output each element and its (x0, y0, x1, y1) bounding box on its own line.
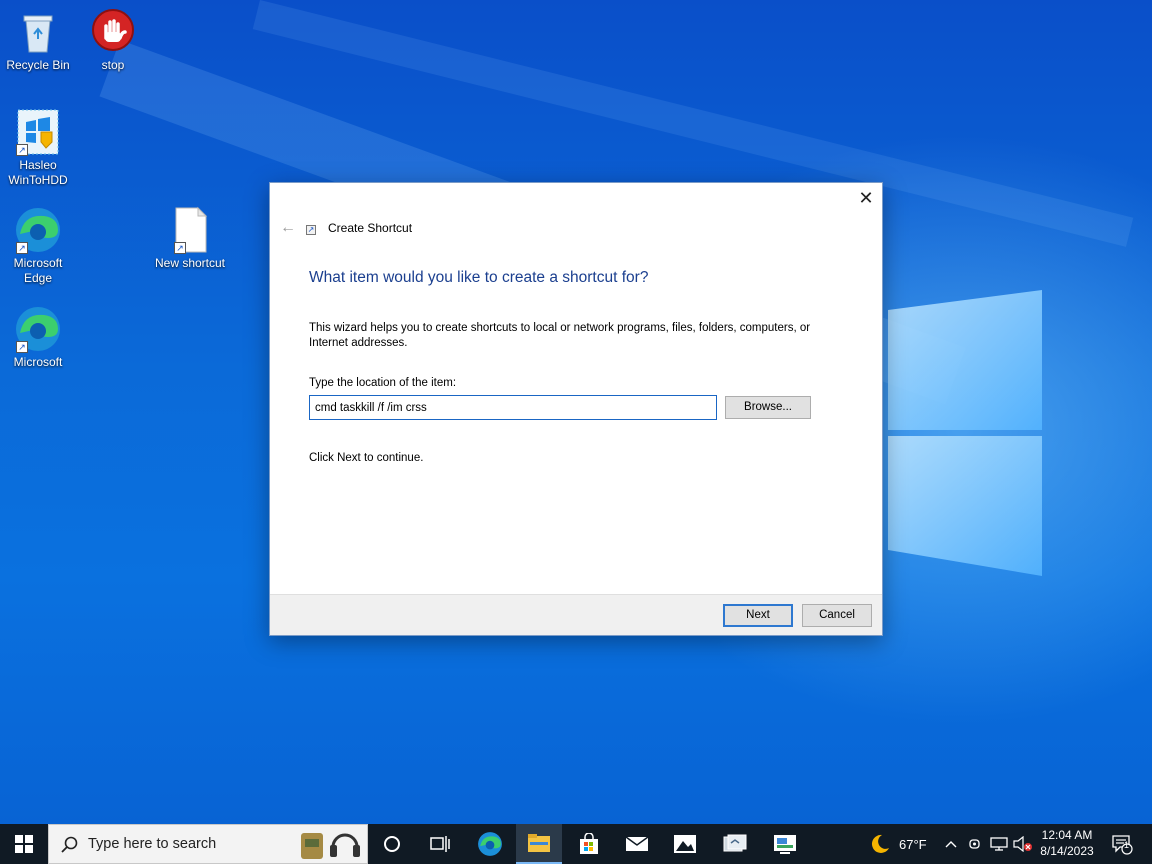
taskbar-file-explorer[interactable] (516, 824, 562, 864)
desktop-icon-microsoft[interactable]: ↗ Microsoft (0, 305, 76, 370)
cortana-circle-icon (384, 836, 400, 852)
clock[interactable]: 12:04 AM 8/14/2023 (1036, 827, 1098, 859)
shortcut-arrow-icon: ↗ (16, 341, 28, 353)
network-icon (990, 837, 1008, 851)
chevron-up-icon (945, 841, 957, 848)
task-view-button[interactable] (420, 824, 460, 864)
close-button[interactable]: ✕ (850, 183, 882, 213)
speaker-muted-icon (1013, 836, 1032, 852)
desktop-icon-label: Microsoft Edge (13, 256, 63, 285)
wizard-heading: What item would you like to create a sho… (309, 269, 649, 286)
location-input[interactable] (309, 395, 717, 420)
app-icon (774, 835, 796, 854)
search-highlight-icon (301, 833, 360, 859)
desktop-icon-label: New shortcut (154, 256, 226, 270)
blank-file-shortcut-icon: ↗ (166, 206, 214, 254)
weather-widget[interactable] (866, 824, 892, 864)
notification-icon (1112, 835, 1133, 855)
meet-now-button[interactable] (965, 824, 985, 864)
hasleo-wintohdd-icon: ↗ (14, 108, 62, 156)
desktop-icon-microsoft-edge[interactable]: ↗ Microsoft Edge (0, 206, 76, 286)
desktop-icon-recycle-bin[interactable]: Recycle Bin (0, 8, 76, 73)
location-label: Type the location of the item: (309, 377, 457, 389)
volume-button[interactable] (1012, 824, 1034, 864)
recycle-bin-icon (14, 8, 62, 56)
network-button[interactable] (988, 824, 1010, 864)
camera-icon (969, 839, 980, 849)
show-hidden-icons-button[interactable] (942, 824, 960, 864)
desktop-icon-stop[interactable]: stop (75, 8, 151, 73)
action-center-button[interactable]: 1 (1104, 824, 1140, 864)
notification-count: 1 (1124, 840, 1130, 850)
desktop-icon-label: Microsoft (13, 355, 63, 369)
browse-button[interactable]: Browse... (725, 396, 811, 419)
desktop-icon-label: Hasleo WinToHDD (8, 158, 68, 187)
continue-hint: Click Next to continue. (309, 452, 424, 464)
taskbar-app[interactable] (760, 824, 810, 864)
taskbar-edge[interactable] (468, 824, 512, 864)
taskbar-mail[interactable] (614, 824, 660, 864)
search-icon (61, 836, 78, 853)
desktop-icon-new-shortcut[interactable]: ↗ New shortcut (152, 206, 228, 271)
shortcut-arrow-icon: ↗ (16, 242, 28, 254)
cortana-button[interactable] (372, 824, 412, 864)
shortcut-icon: ↗ (306, 225, 316, 235)
dialog-title: Create Shortcut (328, 221, 413, 235)
store-icon (580, 833, 598, 854)
shortcut-arrow-icon: ↗ (174, 242, 186, 254)
start-button[interactable] (0, 824, 48, 864)
desktop-icon-label: Recycle Bin (6, 58, 70, 72)
edge-icon: ↗ (14, 305, 62, 353)
taskbar-search-box[interactable]: Type here to search (48, 824, 368, 864)
photos-icon (674, 835, 696, 853)
next-button[interactable]: Next (723, 604, 793, 627)
taskbar-store[interactable] (566, 824, 612, 864)
search-placeholder: Type here to search (88, 836, 217, 852)
edge-icon: ↗ (14, 206, 62, 254)
moon-icon (871, 834, 889, 853)
dialog-footer: Next Cancel (270, 594, 882, 635)
taskbar-photos[interactable] (662, 824, 708, 864)
back-arrow-icon[interactable]: ← (278, 219, 298, 237)
desktop-icon-label: stop (101, 58, 125, 72)
edge-icon (478, 832, 502, 856)
clock-date: 8/14/2023 (1040, 844, 1094, 858)
clock-time: 12:04 AM (1041, 828, 1093, 842)
windows-start-icon (15, 835, 33, 853)
stop-hand-icon (89, 8, 137, 56)
taskbar: Type here to search 67°F 12:04 AM 8/14/2… (0, 824, 1152, 864)
shortcut-arrow-icon: ↗ (16, 144, 28, 156)
desktop-icon-hasleo-wintohdd[interactable]: ↗ Hasleo WinToHDD (0, 108, 76, 188)
mail-icon (625, 836, 649, 851)
file-explorer-icon (528, 834, 550, 852)
task-view-icon (430, 836, 450, 852)
weather-temperature[interactable]: 67°F (899, 837, 927, 852)
app-icon (723, 834, 747, 852)
cancel-button[interactable]: Cancel (802, 604, 872, 627)
create-shortcut-dialog: ✕ ← ↗ Create Shortcut What item would yo… (269, 182, 883, 636)
wizard-description: This wizard helps you to create shortcut… (309, 322, 811, 349)
taskbar-app[interactable] (712, 824, 758, 864)
windows-logo-wallpaper (888, 290, 1042, 576)
